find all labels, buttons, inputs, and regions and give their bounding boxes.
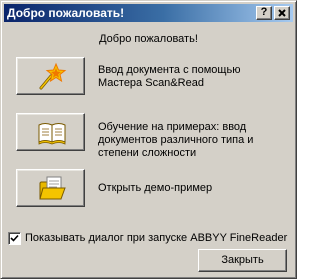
description-line: Мастера Scan&Read <box>98 77 204 89</box>
open-folder-icon <box>39 176 66 200</box>
scan-read-wizard-description: Ввод документа с помощью Мастера Scan&Re… <box>98 64 288 90</box>
description-line: Ввод документа с помощью <box>98 64 241 76</box>
scan-read-wizard-button[interactable] <box>16 57 85 95</box>
show-dialog-checkbox-label[interactable]: Показывать диалог при запуске ABBYY Fine… <box>25 232 287 244</box>
description-line: степени сложности <box>98 147 197 159</box>
open-demo-button[interactable] <box>16 169 85 207</box>
learn-by-examples-button[interactable] <box>16 113 85 151</box>
window-title: Добро пожаловать! <box>7 6 125 20</box>
close-window-button[interactable] <box>274 6 290 20</box>
magic-wand-icon <box>39 62 67 90</box>
learn-by-examples-description: Обучение на примерах: ввод документов ра… <box>98 121 288 160</box>
open-book-icon <box>38 123 66 145</box>
close-icon <box>278 9 286 17</box>
welcome-dialog: Добро пожаловать! ? Добро пожаловать! Вв… <box>0 0 297 279</box>
close-button[interactable]: Закрыть <box>198 249 287 272</box>
description-line: Обучение на примерах: ввод <box>98 121 247 133</box>
greeting-text: Добро пожаловать! <box>99 33 198 45</box>
description-line: документов различного типа и <box>98 134 254 146</box>
open-demo-description: Открыть демо-пример <box>98 182 288 195</box>
checkmark-icon <box>10 234 19 242</box>
description-line: Открыть демо-пример <box>98 182 213 194</box>
show-dialog-checkbox[interactable] <box>8 232 21 245</box>
title-bar[interactable]: Добро пожаловать! ? <box>4 4 293 22</box>
help-button[interactable]: ? <box>256 6 272 20</box>
